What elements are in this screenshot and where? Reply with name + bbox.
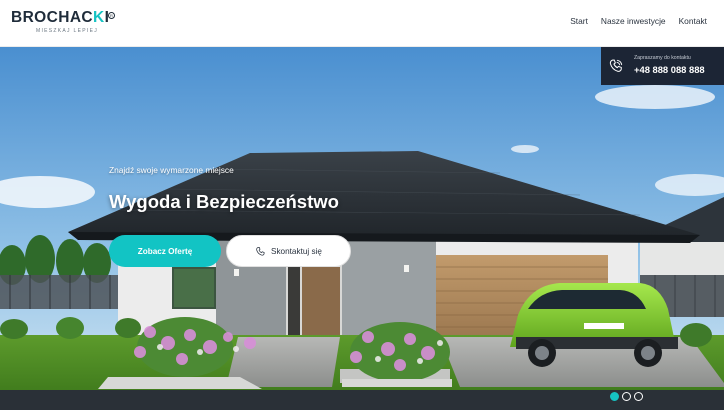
contact-us-label: Skontaktuj się [271, 246, 322, 256]
nav-item-contact[interactable]: Kontakt [679, 16, 707, 26]
slider-dot-3[interactable] [634, 392, 643, 401]
contact-phone-number[interactable]: +48 888 088 888 [634, 64, 705, 75]
see-offer-button[interactable]: Zobacz Ofertę [109, 235, 221, 267]
nav-item-start[interactable]: Start [570, 16, 588, 26]
phone-icon [609, 59, 623, 72]
hero-subtitle: Znajdź swoje wymarzone miejsce [109, 165, 234, 175]
nav-item-investments[interactable]: Nasze inwestycje [601, 16, 666, 26]
hero-title: Wygoda i Bezpieczeństwo [109, 191, 339, 212]
contact-phone-box[interactable]: Zapraszamy do kontaktu +48 888 088 888 [601, 47, 724, 85]
hero-slider: Zapraszamy do kontaktu +48 888 088 888 Z… [0, 47, 724, 410]
site-header: BROCHACKI R MIESZKAJ LEPIEJ Start Nasze … [0, 0, 724, 47]
see-offer-label: Zobacz Ofertę [137, 246, 193, 256]
slider-dots [610, 392, 643, 401]
brand-tagline: MIESZKAJ LEPIEJ [36, 28, 99, 34]
slider-dot-2[interactable] [622, 392, 631, 401]
brand-wordmark: BROCHACKI [11, 9, 110, 26]
slider-dot-1[interactable] [610, 392, 619, 401]
contact-label: Zapraszamy do kontaktu [634, 55, 691, 61]
hero-content: Znajdź swoje wymarzone miejsce Wygoda i … [109, 165, 351, 267]
hero-image [0, 47, 724, 410]
main-nav: Start Nasze inwestycje Kontakt [557, 16, 707, 26]
trademark-icon: R [108, 12, 115, 19]
phone-icon [256, 246, 265, 256]
contact-us-button[interactable]: Skontaktuj się [226, 235, 351, 267]
brand-logo[interactable]: BROCHACKI R MIESZKAJ LEPIEJ [11, 9, 121, 39]
